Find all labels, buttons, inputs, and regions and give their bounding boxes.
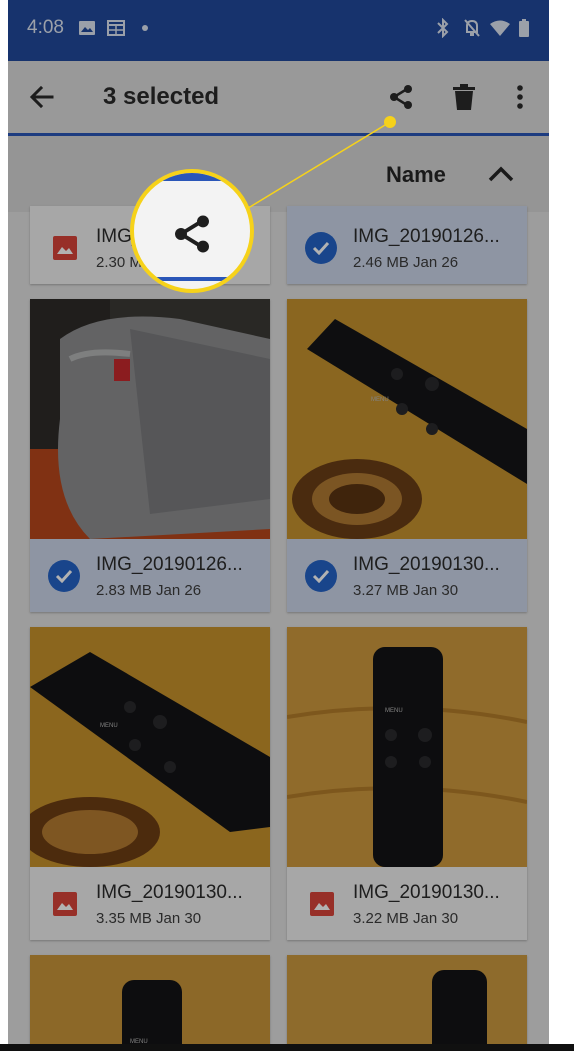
share-callout-magnifier bbox=[130, 169, 254, 293]
dot-icon bbox=[141, 16, 149, 40]
callout-accent-bar bbox=[134, 173, 250, 181]
bottom-edge bbox=[0, 1044, 574, 1051]
file-card[interactable]: MENU IMG_20190130... 3.35 MB Jan 30 bbox=[30, 627, 270, 940]
file-info: IMG_20190130... 3.35 MB Jan 30 bbox=[30, 868, 270, 940]
file-meta: 3.22 MB Jan 30 bbox=[353, 910, 459, 927]
status-time: 4:08 bbox=[27, 17, 64, 38]
file-info: IMG_20190126... 2.46 MB Jan 26 bbox=[287, 212, 527, 284]
battery-icon bbox=[519, 16, 529, 40]
sort-bar: Name bbox=[8, 136, 549, 213]
file-info: IMG_20190130... 3.22 MB Jan 30 bbox=[287, 868, 527, 940]
file-name: IMG_20190130... bbox=[353, 882, 500, 903]
sort-direction-icon[interactable] bbox=[486, 160, 516, 190]
image-icon bbox=[78, 16, 96, 40]
delete-icon[interactable] bbox=[449, 81, 479, 113]
file-card[interactable]: IMG_20190126... 2.46 MB Jan 26 bbox=[287, 206, 527, 284]
status-bar: 4:08 bbox=[8, 0, 549, 61]
file-grid: IMG_ 2.30 MB Jan 26 IMG_20190126... 2.46… bbox=[8, 206, 549, 1051]
callout-accent-bar bbox=[134, 277, 250, 281]
file-meta: 3.35 MB Jan 30 bbox=[96, 910, 202, 927]
checkmark-icon[interactable] bbox=[48, 560, 80, 592]
file-card[interactable]: MENU IMG_20190130... 3.27 MB Jan 30 bbox=[287, 299, 527, 612]
file-meta: 2.46 MB Jan 26 bbox=[353, 254, 459, 271]
app-bar: 3 selected bbox=[8, 61, 549, 136]
phone-screen: 4:08 3 selected Name IMG_ 2.30 IMG_20190… bbox=[8, 0, 549, 1051]
file-card[interactable]: MENU bbox=[30, 955, 270, 1051]
file-card[interactable]: MENU IMG_20190130... 3.22 MB Jan 30 bbox=[287, 627, 527, 940]
remote-menu-label: MENU bbox=[100, 723, 118, 729]
file-name: IMG_20190130... bbox=[96, 882, 243, 903]
file-meta: 3.27 MB Jan 30 bbox=[353, 582, 459, 599]
bluetooth-icon bbox=[436, 16, 450, 40]
image-file-icon bbox=[310, 892, 334, 916]
remote-menu-label: MENU bbox=[385, 708, 403, 714]
calendar-icon bbox=[107, 16, 125, 40]
file-info: IMG_20190130... 3.27 MB Jan 30 bbox=[287, 540, 527, 612]
checkmark-icon[interactable] bbox=[305, 232, 337, 264]
file-info: IMG_20190126... 2.83 MB Jan 26 bbox=[30, 540, 270, 612]
photo-thumbnail-remote[interactable]: MENU bbox=[287, 627, 527, 867]
image-file-icon bbox=[53, 236, 77, 260]
photo-thumbnail-remote[interactable] bbox=[287, 955, 527, 1051]
remote-menu-label: MENU bbox=[371, 397, 389, 403]
sort-by-name-button[interactable]: Name bbox=[386, 162, 446, 188]
selection-count-title: 3 selected bbox=[103, 83, 220, 110]
photo-thumbnail-remote[interactable]: MENU bbox=[30, 955, 270, 1051]
notifications-off-icon bbox=[463, 16, 481, 40]
file-meta: 2.83 MB Jan 26 bbox=[96, 582, 202, 599]
more-vert-icon[interactable] bbox=[505, 81, 535, 113]
share-icon bbox=[170, 212, 214, 261]
share-icon[interactable] bbox=[386, 81, 416, 113]
back-arrow-icon[interactable] bbox=[28, 83, 56, 111]
photo-thumbnail-remote[interactable]: MENU bbox=[30, 627, 270, 867]
file-name: IMG_20190126... bbox=[353, 226, 500, 247]
wifi-icon bbox=[490, 16, 510, 40]
file-card[interactable] bbox=[287, 955, 527, 1051]
photo-thumbnail-case[interactable] bbox=[30, 299, 270, 539]
file-name: IMG_20190126... bbox=[96, 554, 243, 575]
file-name: IMG_20190130... bbox=[353, 554, 500, 575]
file-card[interactable]: IMG_20190126... 2.83 MB Jan 26 bbox=[30, 299, 270, 612]
image-file-icon bbox=[53, 892, 77, 916]
photo-thumbnail-remote[interactable]: MENU bbox=[287, 299, 527, 539]
checkmark-icon[interactable] bbox=[305, 560, 337, 592]
